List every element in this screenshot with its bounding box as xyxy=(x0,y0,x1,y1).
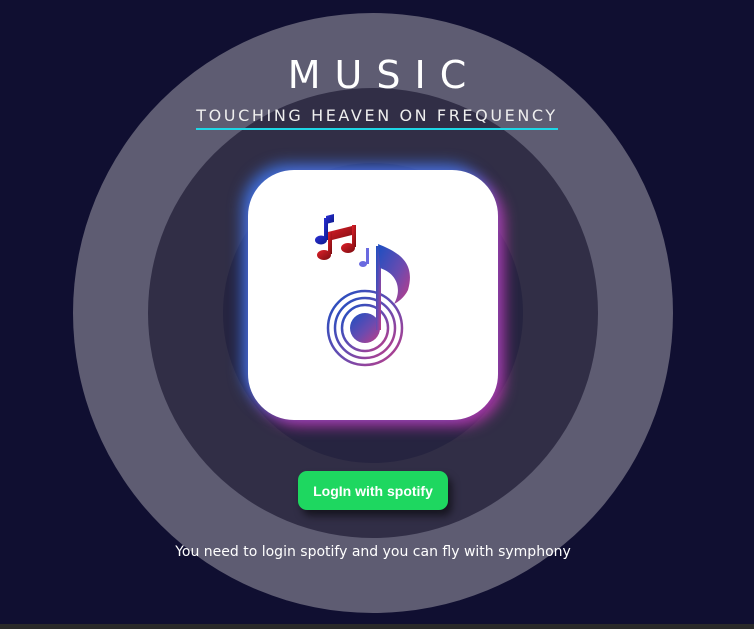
login-hint-text: You need to login spotify and you can fl… xyxy=(175,544,571,560)
small-purple-note-icon xyxy=(359,248,369,267)
app-title: MUSIC xyxy=(287,53,481,97)
spotify-login-button[interactable]: LogIn with spotify xyxy=(298,471,448,510)
app-logo xyxy=(248,170,498,420)
bottom-edge-bar xyxy=(0,624,754,629)
subtitle-container: TOUCHING HEAVEN ON FREQUENCY xyxy=(0,106,754,130)
app-subtitle: TOUCHING HEAVEN ON FREQUENCY xyxy=(196,106,558,130)
login-page: MUSIC TOUCHING HEAVEN ON FREQUENCY LogIn… xyxy=(0,0,754,629)
music-note-icon xyxy=(315,214,410,367)
